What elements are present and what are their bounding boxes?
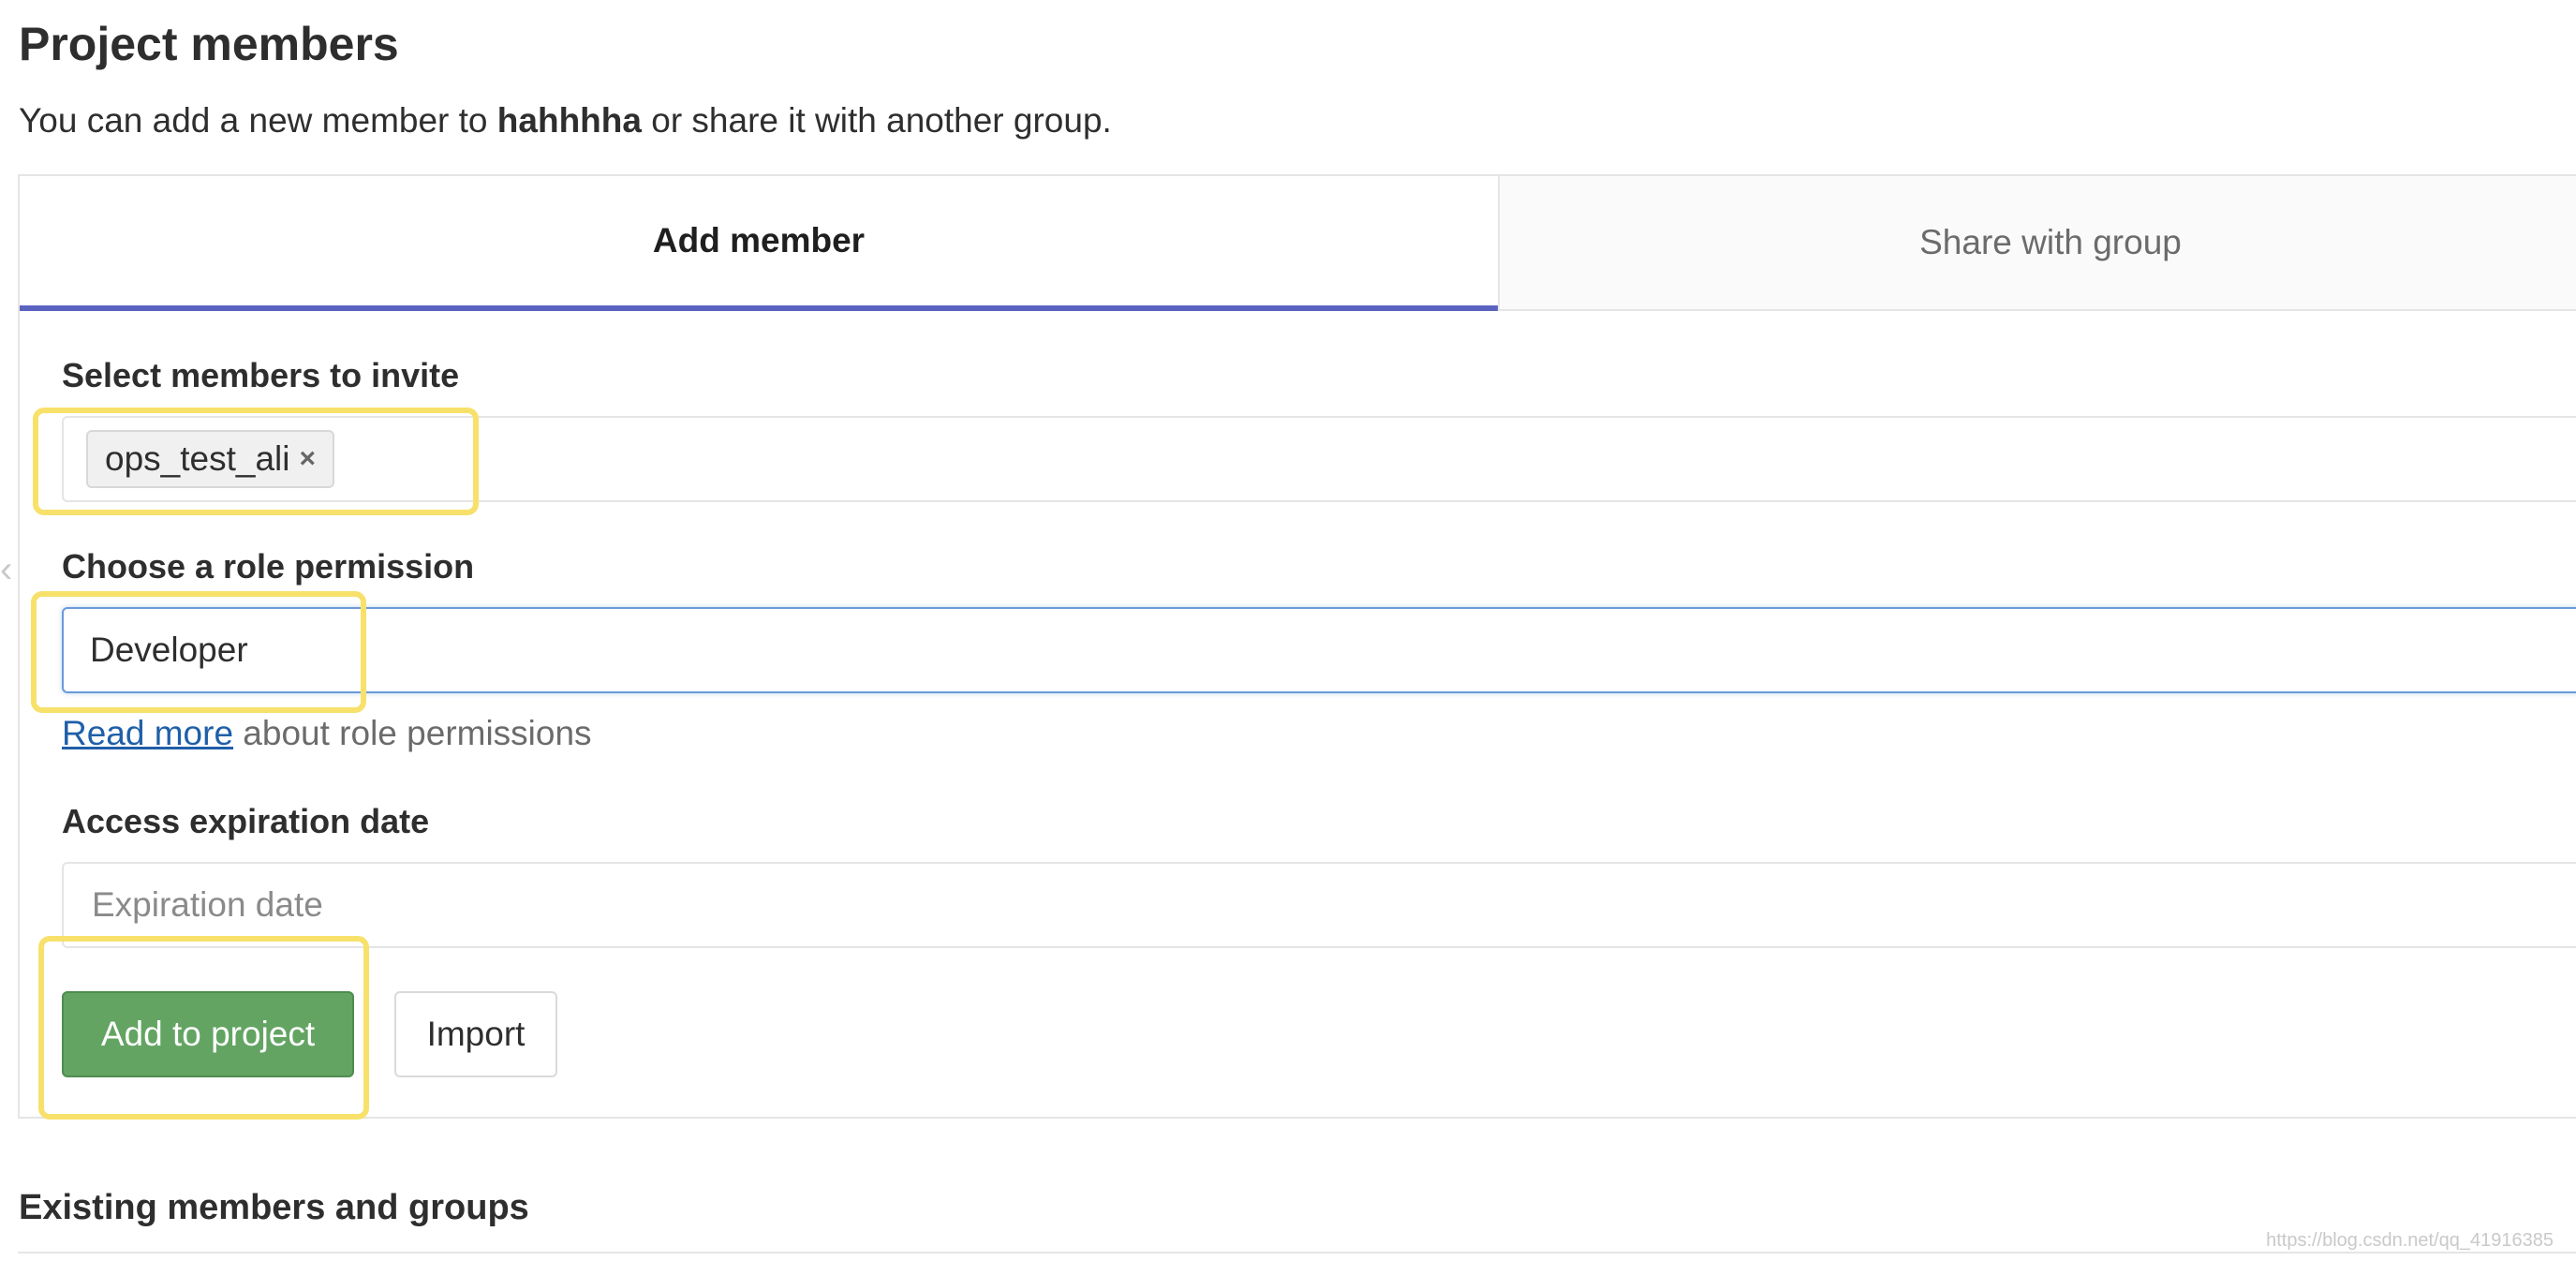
close-icon[interactable]: × <box>299 443 316 475</box>
page-title: Project members <box>19 18 399 70</box>
members-label: Select members to invite <box>62 356 460 394</box>
existing-members-title: Existing members and groups <box>19 1188 529 1227</box>
role-select[interactable]: Developer <box>62 607 2576 693</box>
member-tabs: Add member Share with group <box>20 176 2576 311</box>
intro-suffix: or share it with another group. <box>641 101 1112 140</box>
tab-share-with-group[interactable]: Share with group <box>1498 176 2576 311</box>
expiration-date-input[interactable] <box>90 884 1218 926</box>
page-intro: You can add a new member to hahhhha or s… <box>19 101 1112 141</box>
member-token: ops_test_ali × <box>86 430 334 488</box>
import-button[interactable]: Import <box>394 991 557 1077</box>
invite-panel: Add member Share with group Select membe… <box>18 174 2576 1119</box>
role-label: Choose a role permission <box>62 547 475 586</box>
section-divider <box>18 1252 2576 1254</box>
role-help: Read more about role permissions <box>62 714 592 753</box>
add-to-project-button[interactable]: Add to project <box>62 991 354 1077</box>
project-name: hahhhha <box>496 101 642 140</box>
expiration-field[interactable] <box>62 862 2576 948</box>
role-value: Developer <box>90 630 248 669</box>
members-select[interactable]: ops_test_ali × <box>62 416 2576 502</box>
expiration-label: Access expiration date <box>62 802 430 840</box>
chevron-left-icon: ‹ <box>0 549 13 590</box>
intro-prefix: You can add a new member to <box>19 101 497 140</box>
member-token-label: ops_test_ali <box>105 439 290 478</box>
watermark: https://blog.csdn.net/qq_41916385 <box>2266 1230 2554 1251</box>
role-help-text: about role permissions <box>233 714 592 752</box>
read-more-link[interactable]: Read more <box>62 714 233 752</box>
tab-add-member[interactable]: Add member <box>20 176 1498 311</box>
